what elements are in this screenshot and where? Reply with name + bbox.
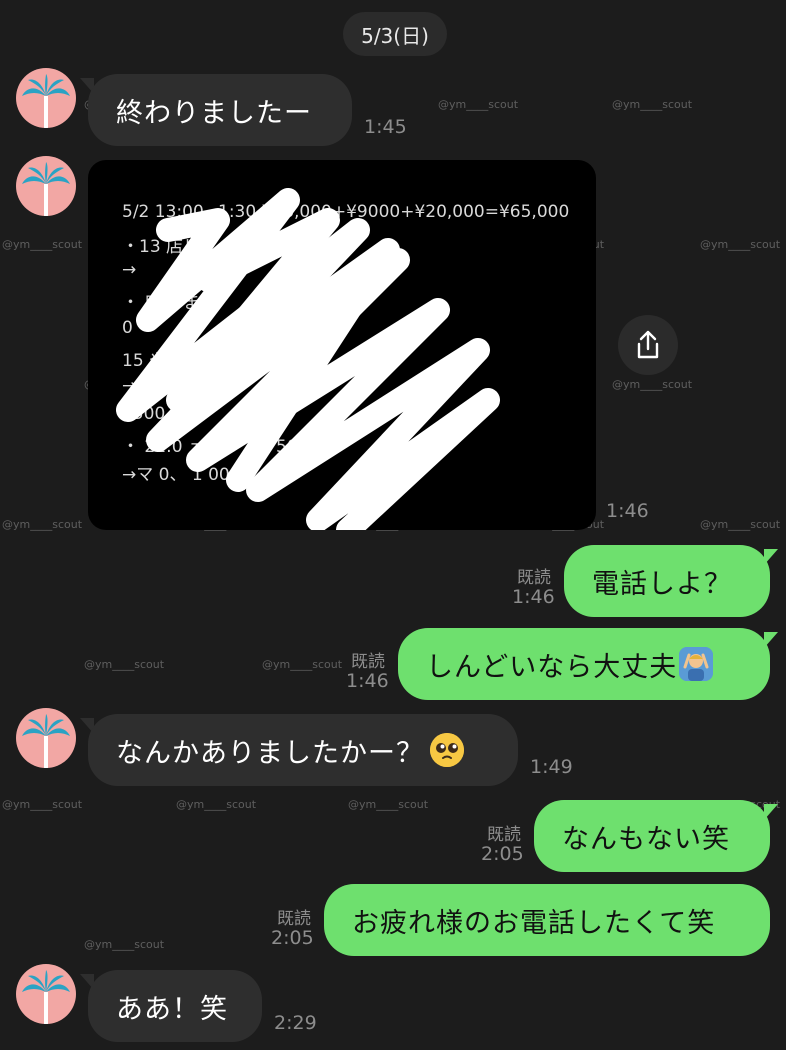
message-bubble[interactable]: なんもない笑 bbox=[534, 800, 770, 872]
image-message[interactable]: 5/2 13:00~1:30 ¥36,000+¥9000+¥20,000=¥65… bbox=[88, 160, 596, 530]
message-bubble[interactable]: 電話しよ？ bbox=[564, 545, 770, 617]
watermark: @ym____scout bbox=[612, 378, 693, 391]
avatar[interactable] bbox=[16, 156, 76, 216]
watermark: @ym____scout bbox=[176, 798, 257, 811]
pleading-face-icon bbox=[430, 733, 464, 767]
message-bubble[interactable]: ああ！笑 bbox=[88, 970, 262, 1042]
watermark: @ym____scout bbox=[612, 98, 693, 111]
message-text: お疲れ様のお電話したくて笑 bbox=[352, 907, 716, 939]
watermark: @ym____scout bbox=[348, 798, 429, 811]
message-bubble[interactable]: なんかありましたかー？ bbox=[88, 714, 518, 786]
person-gesturing-ok-glyph bbox=[679, 647, 714, 681]
date-label: 5/3(日) bbox=[361, 23, 429, 48]
avatar[interactable] bbox=[16, 68, 76, 128]
bubble-tail bbox=[764, 632, 778, 648]
date-separator: 5/3(日) bbox=[343, 12, 447, 56]
message-bubble[interactable]: しんどいなら大丈夫 bbox=[398, 628, 770, 700]
message-time: 2:29 bbox=[274, 1012, 317, 1034]
message-text: なんもない笑 bbox=[562, 823, 730, 855]
pleading-face-glyph bbox=[430, 733, 464, 767]
scribble-redaction bbox=[116, 188, 500, 530]
message-text: ああ！笑 bbox=[116, 993, 228, 1025]
watermark: @ym____scout bbox=[84, 938, 165, 951]
person-gesturing-ok-icon bbox=[679, 647, 714, 681]
palm-tree-icon bbox=[22, 74, 70, 128]
watermark: @ym____scout bbox=[262, 658, 343, 671]
watermark: @ym____scout bbox=[438, 98, 519, 111]
read-receipt: 既読 bbox=[351, 652, 385, 672]
message-time: 1:45 bbox=[364, 116, 407, 138]
palm-tree-icon bbox=[22, 162, 70, 216]
avatar[interactable] bbox=[16, 964, 76, 1024]
message-text: 電話しよ？ bbox=[592, 568, 732, 600]
bubble-tail bbox=[764, 804, 778, 820]
message-time: 1:46 bbox=[512, 586, 555, 608]
share-icon bbox=[637, 330, 659, 359]
message-time: 1:46 bbox=[606, 500, 649, 522]
message-time: 2:05 bbox=[271, 927, 314, 949]
message-bubble[interactable]: 終わりましたー bbox=[88, 74, 352, 146]
avatar[interactable] bbox=[16, 708, 76, 768]
watermark: @ym____scout bbox=[700, 238, 781, 251]
watermark: @ym____scout bbox=[84, 658, 165, 671]
watermark: @ym____scout bbox=[2, 238, 83, 251]
read-receipt: 既読 bbox=[517, 568, 551, 588]
message-text: しんどいなら大丈夫 bbox=[426, 651, 678, 683]
read-receipt: 既読 bbox=[277, 909, 311, 929]
watermark: @ym____scout bbox=[2, 518, 83, 531]
palm-tree-icon bbox=[22, 970, 70, 1024]
message-text: なんかありましたかー？ bbox=[116, 737, 424, 769]
message-time: 1:46 bbox=[346, 670, 389, 692]
watermark: @ym____scout bbox=[2, 798, 83, 811]
message-text: 終わりましたー bbox=[116, 97, 312, 129]
message-bubble[interactable]: お疲れ様のお電話したくて笑 bbox=[324, 884, 770, 956]
palm-tree-icon bbox=[22, 714, 70, 768]
watermark: @ym____scout bbox=[700, 518, 781, 531]
message-time: 1:49 bbox=[530, 756, 573, 778]
message-time: 2:05 bbox=[481, 843, 524, 865]
read-receipt: 既読 bbox=[487, 825, 521, 845]
bubble-tail bbox=[764, 549, 778, 565]
share-button[interactable] bbox=[618, 315, 678, 375]
